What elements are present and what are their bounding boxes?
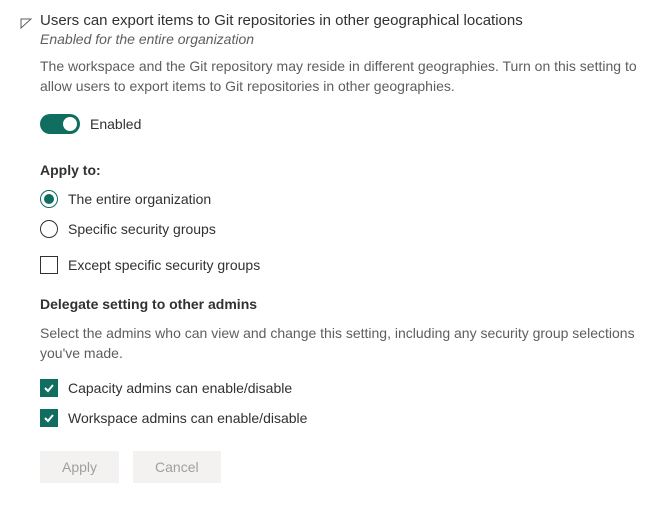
radio-specific-groups-label: Specific security groups — [68, 221, 216, 237]
checkbox-capacity-admins-label: Capacity admins can enable/disable — [68, 380, 292, 396]
checkbox-workspace-admins[interactable] — [40, 409, 58, 427]
apply-button[interactable]: Apply — [40, 451, 119, 483]
enabled-toggle-label: Enabled — [90, 116, 141, 132]
setting-description: The workspace and the Git repository may… — [40, 57, 648, 96]
cancel-button[interactable]: Cancel — [133, 451, 221, 483]
enabled-toggle[interactable] — [40, 114, 80, 134]
checkbox-except-groups-label: Except specific security groups — [68, 257, 260, 273]
delegate-heading: Delegate setting to other admins — [40, 296, 648, 312]
setting-subtitle: Enabled for the entire organization — [40, 31, 648, 47]
setting-title: Users can export items to Git repositori… — [40, 12, 648, 29]
checkbox-capacity-admins[interactable] — [40, 379, 58, 397]
radio-entire-organization[interactable] — [40, 190, 58, 208]
checkbox-workspace-admins-label: Workspace admins can enable/disable — [68, 410, 307, 426]
delegate-description: Select the admins who can view and chang… — [40, 324, 648, 363]
collapse-icon[interactable] — [20, 17, 32, 29]
radio-specific-groups[interactable] — [40, 220, 58, 238]
apply-to-heading: Apply to: — [40, 162, 648, 178]
radio-entire-organization-label: The entire organization — [68, 191, 211, 207]
checkbox-except-groups[interactable] — [40, 256, 58, 274]
